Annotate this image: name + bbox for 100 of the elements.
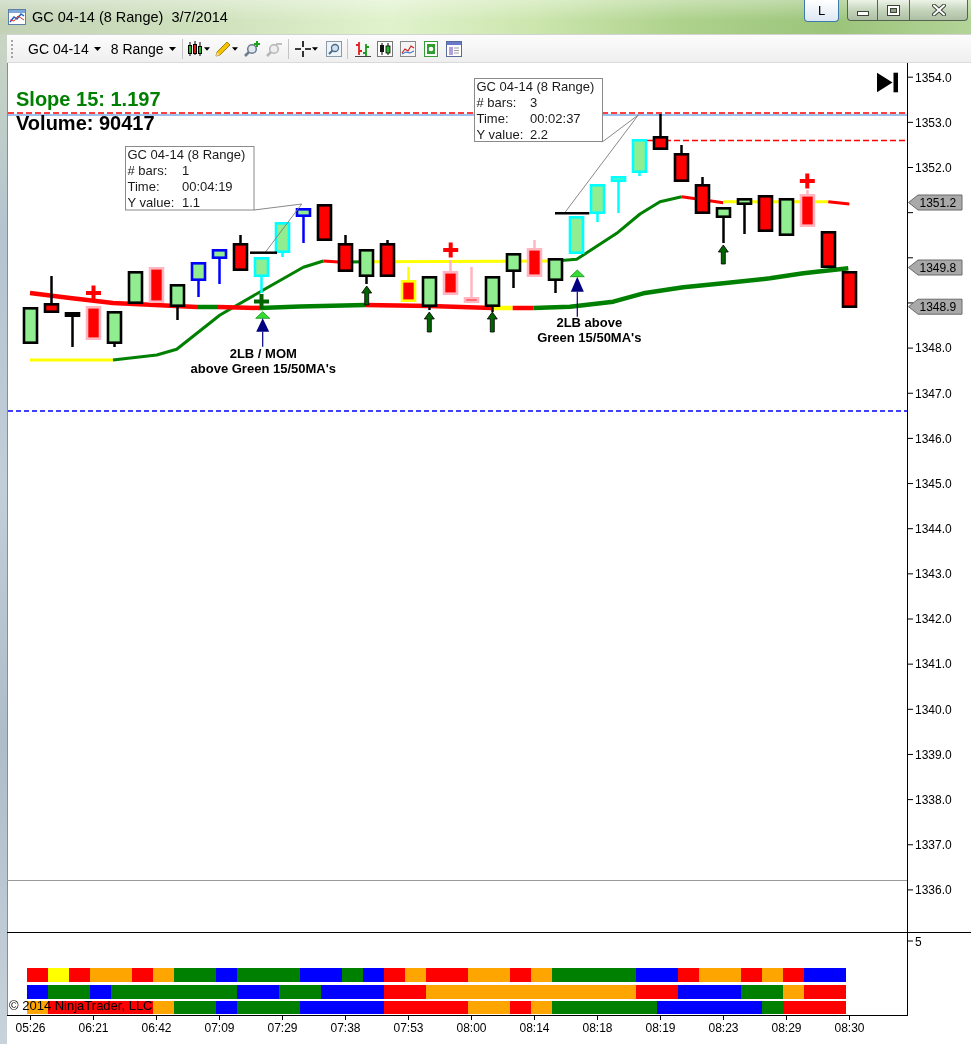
candlestick <box>778 198 795 236</box>
caret-icon[interactable] <box>311 46 318 51</box>
slope-label: Slope 15: 1.197 <box>16 88 161 110</box>
measure-start-line <box>555 212 590 215</box>
tooltip-label: # bars: <box>127 162 168 178</box>
close-icon <box>931 4 946 16</box>
chart-window-icon <box>8 9 26 25</box>
up-arrow-icon <box>717 244 729 265</box>
price-label: 1341.0 <box>915 657 952 672</box>
properties-icon[interactable] <box>445 40 462 57</box>
candlestick <box>673 145 690 182</box>
time-label: 08:30 <box>834 1020 865 1035</box>
caret-icon <box>93 46 101 51</box>
minimize-button[interactable] <box>847 0 878 21</box>
candlestick <box>820 231 837 268</box>
candlestick <box>505 253 522 288</box>
bar-chart-icon[interactable] <box>354 40 371 57</box>
time-label: 08:19 <box>645 1020 676 1035</box>
candlestick <box>211 249 228 284</box>
zoom-in-icon[interactable] <box>243 40 260 57</box>
candlestick <box>127 271 144 304</box>
tooltip-title: GC 04-14 (8 Range) <box>127 147 246 163</box>
candlestick <box>64 312 81 347</box>
plus-marker-icon <box>443 242 459 258</box>
instrument-dropdown[interactable]: GC 04-14 <box>26 41 103 56</box>
panel-axis-label: 5 <box>915 934 922 949</box>
candlestick <box>85 306 102 340</box>
candlestick <box>316 204 333 241</box>
candlestick <box>295 208 312 243</box>
price-tag: 1349.8 <box>908 259 963 276</box>
tooltip-label: Y value: <box>476 126 524 142</box>
plus-marker-icon <box>799 173 815 189</box>
price-tag: 1348.9 <box>908 298 963 315</box>
price-label: 1336.0 <box>915 883 952 898</box>
price-label: 1345.0 <box>915 476 952 491</box>
candlestick <box>589 184 606 222</box>
candlestick <box>610 176 627 213</box>
candlestick <box>43 276 60 313</box>
period-dropdown[interactable]: 8 Range <box>108 41 178 56</box>
caret-icon[interactable] <box>203 46 210 51</box>
price-label: 1353.0 <box>915 115 952 130</box>
candlestick <box>484 276 501 312</box>
candlestick <box>841 271 858 308</box>
line-chart-icon[interactable] <box>399 40 416 57</box>
window-link-button[interactable]: L <box>804 0 839 22</box>
caret-icon[interactable] <box>231 46 238 51</box>
candlestick <box>421 276 438 310</box>
price-label: 1344.0 <box>915 522 952 536</box>
price-label: 1340.0 <box>915 702 952 717</box>
tooltip-value: 3 <box>530 94 538 110</box>
annotation-label: 2LB / MOM above Green 15/50MA's <box>190 346 336 376</box>
tooltip-value: 1 <box>182 162 190 178</box>
candlestick <box>379 240 396 277</box>
candlestick <box>22 307 39 344</box>
up-arrow-icon <box>256 318 270 348</box>
time-label: 05:26 <box>15 1020 46 1035</box>
time-label: 07:53 <box>393 1020 424 1035</box>
tooltip-label: Time: <box>476 110 509 126</box>
candlestick <box>442 260 459 295</box>
triangle-icon <box>255 311 271 319</box>
tooltip-label: Time: <box>127 178 160 194</box>
up-arrow-icon <box>423 311 435 333</box>
candlestick <box>358 249 375 284</box>
time-label: 08:14 <box>519 1020 550 1035</box>
maximize-button[interactable] <box>878 0 910 21</box>
close-button[interactable] <box>910 0 968 21</box>
candlestick <box>757 195 774 232</box>
price-tag: 1351.2 <box>908 194 963 211</box>
plus-marker-icon <box>86 285 101 301</box>
time-label: 08:23 <box>708 1020 739 1035</box>
up-arrow-icon <box>486 311 498 333</box>
candlestick <box>736 198 753 234</box>
tooltip-label: # bars: <box>476 94 517 110</box>
zoom-box-icon[interactable] <box>325 40 342 57</box>
up-arrow-icon <box>570 276 584 318</box>
time-label: 07:09 <box>204 1020 235 1035</box>
price-label: 1339.0 <box>915 747 952 762</box>
price-label: 1338.0 <box>915 792 952 807</box>
window-title: GC 04-14 (8 Range) 3/7/2014 <box>32 9 228 25</box>
crosshair-icon[interactable] <box>294 40 311 57</box>
tooltip-value: 00:04:19 <box>182 178 233 194</box>
tooltip-value: 1.1 <box>182 194 201 210</box>
candlestick <box>190 262 207 297</box>
price-label: 1354.0 <box>915 70 952 85</box>
candles-icon[interactable] <box>376 40 393 57</box>
time-label: 08:00 <box>456 1020 487 1035</box>
up-arrow-icon <box>361 285 373 306</box>
candlestick <box>253 257 270 293</box>
caret-icon <box>168 46 176 51</box>
triangle-icon <box>569 269 585 278</box>
skip-to-end-icon[interactable] <box>877 72 898 93</box>
time-label: 08:18 <box>582 1020 613 1035</box>
money-icon[interactable] <box>422 40 439 57</box>
minimize-icon <box>856 11 869 16</box>
candlestick-icon[interactable] <box>186 40 203 57</box>
grip-icon[interactable] <box>10 38 14 59</box>
tooltip-value: 00:02:37 <box>530 110 581 126</box>
price-label: 1342.0 <box>915 612 952 627</box>
tooltip-label: Y value: <box>127 194 175 210</box>
measure-start-line <box>250 251 277 254</box>
